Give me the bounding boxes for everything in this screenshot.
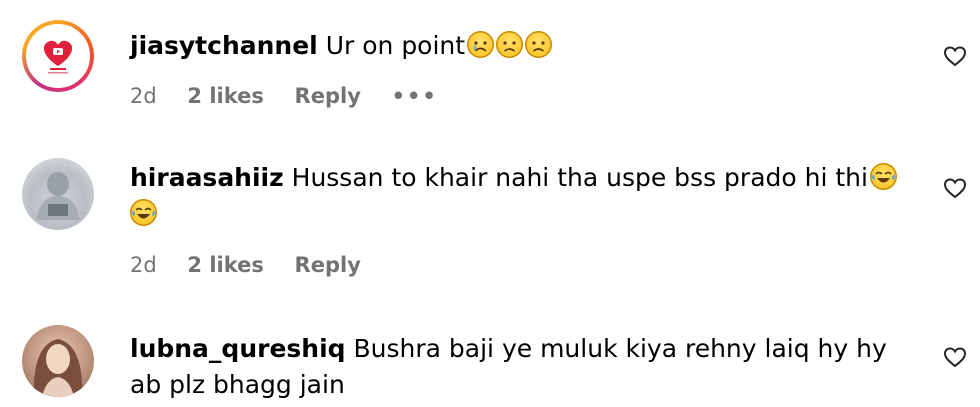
user-photo-icon [33, 339, 83, 397]
like-heart-icon[interactable] [943, 345, 967, 369]
avatar[interactable] [22, 20, 94, 92]
comment-timestamp[interactable]: 2d [130, 253, 157, 277]
user-photo-icon [36, 172, 80, 220]
comment-username[interactable]: jiasytchannel [130, 31, 318, 60]
comment-text: Ur on point [325, 31, 466, 60]
sad-face-icon [496, 31, 524, 58]
comment-text: Hussan to khair nahi tha uspe bss prado … [291, 163, 868, 192]
reply-button[interactable]: Reply [295, 253, 361, 277]
likes-count[interactable]: 2 likes [187, 84, 263, 108]
tears-of-joy-icon [869, 163, 897, 190]
tears-of-joy-icon [130, 199, 157, 226]
more-options-button[interactable]: ••• [392, 84, 438, 108]
like-heart-icon[interactable] [943, 44, 967, 68]
sad-face-icon [525, 31, 553, 58]
comment-username[interactable]: lubna_qureshiq [130, 334, 346, 363]
heart-play-logo-icon [43, 40, 73, 74]
crying-face-icon [467, 31, 495, 58]
reply-button[interactable]: Reply [295, 84, 361, 108]
avatar[interactable] [22, 325, 94, 397]
like-heart-icon[interactable] [943, 176, 967, 200]
comment-username[interactable]: hiraasahiiz [130, 163, 284, 192]
comment-timestamp[interactable]: 2d [130, 84, 157, 108]
likes-count[interactable]: 2 likes [187, 253, 263, 277]
channel-logo [26, 24, 90, 88]
avatar[interactable] [22, 158, 94, 230]
